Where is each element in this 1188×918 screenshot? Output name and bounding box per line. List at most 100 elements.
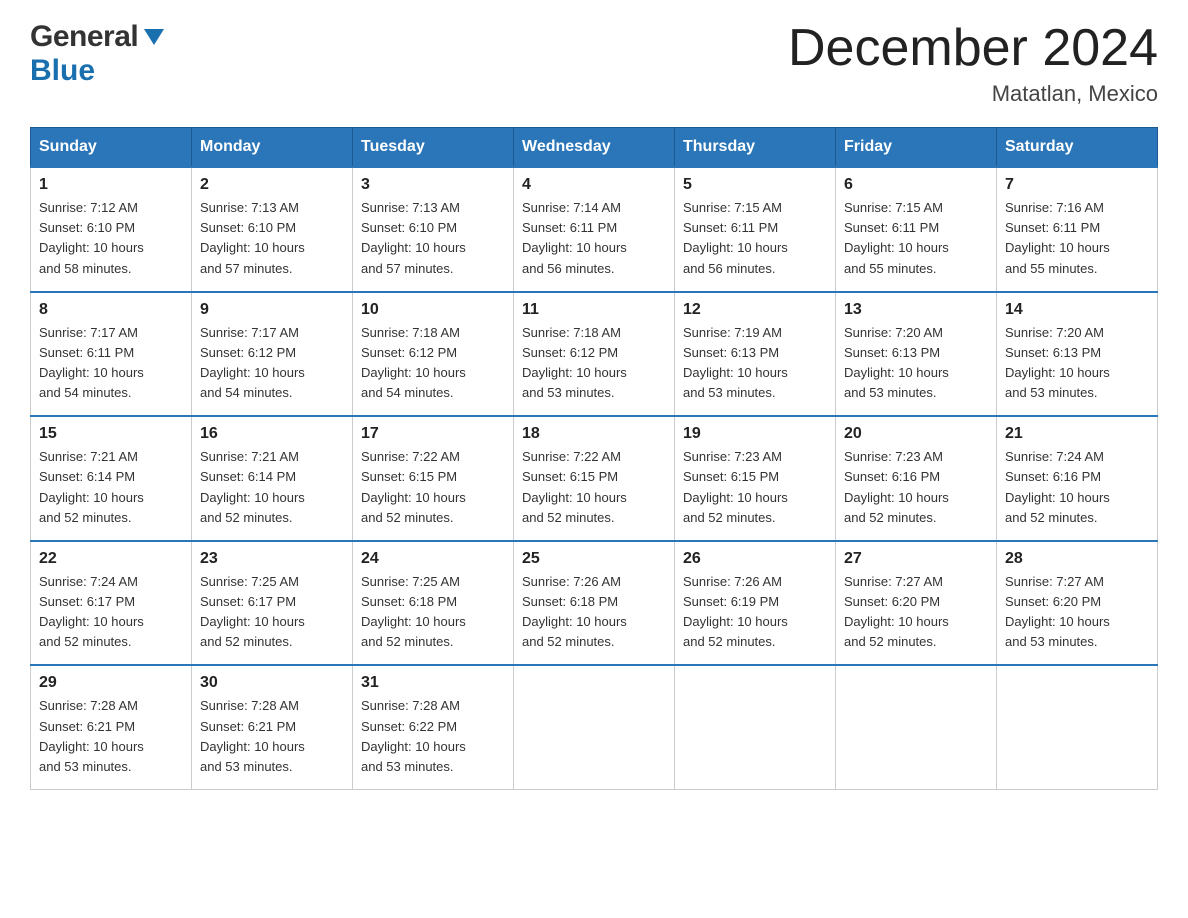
title-block: December 2024 Matatlan, Mexico <box>788 20 1158 107</box>
col-header-wednesday: Wednesday <box>514 128 675 168</box>
calendar-cell <box>997 665 1158 789</box>
day-info: Sunrise: 7:23 AM Sunset: 6:16 PM Dayligh… <box>844 447 988 528</box>
day-info: Sunrise: 7:25 AM Sunset: 6:18 PM Dayligh… <box>361 572 505 653</box>
month-title: December 2024 <box>788 20 1158 77</box>
day-info: Sunrise: 7:17 AM Sunset: 6:11 PM Dayligh… <box>39 323 183 404</box>
calendar-cell: 22 Sunrise: 7:24 AM Sunset: 6:17 PM Dayl… <box>31 541 192 666</box>
calendar-cell: 11 Sunrise: 7:18 AM Sunset: 6:12 PM Dayl… <box>514 292 675 417</box>
day-info: Sunrise: 7:18 AM Sunset: 6:12 PM Dayligh… <box>522 323 666 404</box>
day-number: 12 <box>683 301 827 319</box>
calendar-cell: 20 Sunrise: 7:23 AM Sunset: 6:16 PM Dayl… <box>836 416 997 541</box>
calendar-cell: 26 Sunrise: 7:26 AM Sunset: 6:19 PM Dayl… <box>675 541 836 666</box>
day-number: 17 <box>361 425 505 443</box>
day-number: 15 <box>39 425 183 443</box>
day-number: 5 <box>683 176 827 194</box>
location-subtitle: Matatlan, Mexico <box>788 81 1158 107</box>
day-number: 19 <box>683 425 827 443</box>
calendar-cell: 28 Sunrise: 7:27 AM Sunset: 6:20 PM Dayl… <box>997 541 1158 666</box>
page-header: General Blue December 2024 Matatlan, Mex… <box>30 20 1158 107</box>
calendar-cell: 3 Sunrise: 7:13 AM Sunset: 6:10 PM Dayli… <box>353 167 514 292</box>
day-number: 11 <box>522 301 666 319</box>
calendar-week-row: 1 Sunrise: 7:12 AM Sunset: 6:10 PM Dayli… <box>31 167 1158 292</box>
calendar-cell: 4 Sunrise: 7:14 AM Sunset: 6:11 PM Dayli… <box>514 167 675 292</box>
day-number: 10 <box>361 301 505 319</box>
calendar-cell: 25 Sunrise: 7:26 AM Sunset: 6:18 PM Dayl… <box>514 541 675 666</box>
day-info: Sunrise: 7:21 AM Sunset: 6:14 PM Dayligh… <box>200 447 344 528</box>
calendar-cell: 5 Sunrise: 7:15 AM Sunset: 6:11 PM Dayli… <box>675 167 836 292</box>
calendar-week-row: 8 Sunrise: 7:17 AM Sunset: 6:11 PM Dayli… <box>31 292 1158 417</box>
calendar-cell: 1 Sunrise: 7:12 AM Sunset: 6:10 PM Dayli… <box>31 167 192 292</box>
col-header-friday: Friday <box>836 128 997 168</box>
day-number: 26 <box>683 550 827 568</box>
day-info: Sunrise: 7:15 AM Sunset: 6:11 PM Dayligh… <box>683 198 827 279</box>
day-info: Sunrise: 7:26 AM Sunset: 6:18 PM Dayligh… <box>522 572 666 653</box>
day-info: Sunrise: 7:27 AM Sunset: 6:20 PM Dayligh… <box>844 572 988 653</box>
day-info: Sunrise: 7:22 AM Sunset: 6:15 PM Dayligh… <box>522 447 666 528</box>
day-number: 25 <box>522 550 666 568</box>
calendar-cell: 24 Sunrise: 7:25 AM Sunset: 6:18 PM Dayl… <box>353 541 514 666</box>
day-info: Sunrise: 7:27 AM Sunset: 6:20 PM Dayligh… <box>1005 572 1149 653</box>
calendar-week-row: 29 Sunrise: 7:28 AM Sunset: 6:21 PM Dayl… <box>31 665 1158 789</box>
calendar-header-row: SundayMondayTuesdayWednesdayThursdayFrid… <box>31 128 1158 168</box>
day-number: 13 <box>844 301 988 319</box>
calendar-week-row: 22 Sunrise: 7:24 AM Sunset: 6:17 PM Dayl… <box>31 541 1158 666</box>
logo: General Blue <box>30 20 168 88</box>
day-number: 16 <box>200 425 344 443</box>
calendar-cell: 14 Sunrise: 7:20 AM Sunset: 6:13 PM Dayl… <box>997 292 1158 417</box>
col-header-saturday: Saturday <box>997 128 1158 168</box>
day-number: 29 <box>39 674 183 692</box>
day-number: 18 <box>522 425 666 443</box>
day-number: 28 <box>1005 550 1149 568</box>
day-info: Sunrise: 7:18 AM Sunset: 6:12 PM Dayligh… <box>361 323 505 404</box>
calendar-cell <box>514 665 675 789</box>
calendar-week-row: 15 Sunrise: 7:21 AM Sunset: 6:14 PM Dayl… <box>31 416 1158 541</box>
col-header-monday: Monday <box>192 128 353 168</box>
day-number: 6 <box>844 176 988 194</box>
day-info: Sunrise: 7:28 AM Sunset: 6:21 PM Dayligh… <box>39 696 183 777</box>
col-header-tuesday: Tuesday <box>353 128 514 168</box>
day-info: Sunrise: 7:20 AM Sunset: 6:13 PM Dayligh… <box>1005 323 1149 404</box>
calendar-cell: 17 Sunrise: 7:22 AM Sunset: 6:15 PM Dayl… <box>353 416 514 541</box>
calendar-cell: 29 Sunrise: 7:28 AM Sunset: 6:21 PM Dayl… <box>31 665 192 789</box>
day-number: 30 <box>200 674 344 692</box>
day-info: Sunrise: 7:22 AM Sunset: 6:15 PM Dayligh… <box>361 447 505 528</box>
calendar-cell: 2 Sunrise: 7:13 AM Sunset: 6:10 PM Dayli… <box>192 167 353 292</box>
calendar-cell: 21 Sunrise: 7:24 AM Sunset: 6:16 PM Dayl… <box>997 416 1158 541</box>
day-info: Sunrise: 7:24 AM Sunset: 6:16 PM Dayligh… <box>1005 447 1149 528</box>
logo-blue-text: Blue <box>30 54 95 88</box>
day-info: Sunrise: 7:15 AM Sunset: 6:11 PM Dayligh… <box>844 198 988 279</box>
day-number: 21 <box>1005 425 1149 443</box>
day-number: 14 <box>1005 301 1149 319</box>
day-number: 9 <box>200 301 344 319</box>
day-info: Sunrise: 7:21 AM Sunset: 6:14 PM Dayligh… <box>39 447 183 528</box>
day-info: Sunrise: 7:19 AM Sunset: 6:13 PM Dayligh… <box>683 323 827 404</box>
day-number: 1 <box>39 176 183 194</box>
calendar-cell: 30 Sunrise: 7:28 AM Sunset: 6:21 PM Dayl… <box>192 665 353 789</box>
day-info: Sunrise: 7:14 AM Sunset: 6:11 PM Dayligh… <box>522 198 666 279</box>
calendar-cell: 23 Sunrise: 7:25 AM Sunset: 6:17 PM Dayl… <box>192 541 353 666</box>
day-number: 4 <box>522 176 666 194</box>
day-info: Sunrise: 7:25 AM Sunset: 6:17 PM Dayligh… <box>200 572 344 653</box>
calendar-cell: 10 Sunrise: 7:18 AM Sunset: 6:12 PM Dayl… <box>353 292 514 417</box>
day-info: Sunrise: 7:17 AM Sunset: 6:12 PM Dayligh… <box>200 323 344 404</box>
day-number: 7 <box>1005 176 1149 194</box>
day-info: Sunrise: 7:28 AM Sunset: 6:21 PM Dayligh… <box>200 696 344 777</box>
calendar-cell: 19 Sunrise: 7:23 AM Sunset: 6:15 PM Dayl… <box>675 416 836 541</box>
day-info: Sunrise: 7:20 AM Sunset: 6:13 PM Dayligh… <box>844 323 988 404</box>
calendar-table: SundayMondayTuesdayWednesdayThursdayFrid… <box>30 127 1158 790</box>
day-info: Sunrise: 7:24 AM Sunset: 6:17 PM Dayligh… <box>39 572 183 653</box>
day-number: 20 <box>844 425 988 443</box>
calendar-cell: 8 Sunrise: 7:17 AM Sunset: 6:11 PM Dayli… <box>31 292 192 417</box>
calendar-cell: 18 Sunrise: 7:22 AM Sunset: 6:15 PM Dayl… <box>514 416 675 541</box>
day-number: 3 <box>361 176 505 194</box>
calendar-cell: 27 Sunrise: 7:27 AM Sunset: 6:20 PM Dayl… <box>836 541 997 666</box>
calendar-cell: 12 Sunrise: 7:19 AM Sunset: 6:13 PM Dayl… <box>675 292 836 417</box>
day-info: Sunrise: 7:13 AM Sunset: 6:10 PM Dayligh… <box>200 198 344 279</box>
day-number: 2 <box>200 176 344 194</box>
day-number: 24 <box>361 550 505 568</box>
calendar-cell: 7 Sunrise: 7:16 AM Sunset: 6:11 PM Dayli… <box>997 167 1158 292</box>
calendar-cell: 31 Sunrise: 7:28 AM Sunset: 6:22 PM Dayl… <box>353 665 514 789</box>
day-number: 27 <box>844 550 988 568</box>
calendar-cell: 13 Sunrise: 7:20 AM Sunset: 6:13 PM Dayl… <box>836 292 997 417</box>
day-info: Sunrise: 7:12 AM Sunset: 6:10 PM Dayligh… <box>39 198 183 279</box>
